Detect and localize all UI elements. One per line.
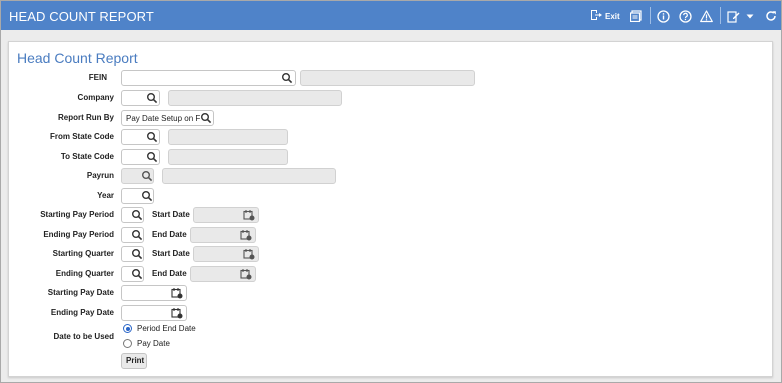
search-icon[interactable] <box>131 229 143 241</box>
ending-quarter-input[interactable] <box>121 266 144 282</box>
panel-title: Head Count Report <box>17 50 138 66</box>
to-state-code-description <box>168 149 288 165</box>
company-description <box>168 90 342 106</box>
from-state-code-description <box>168 129 288 145</box>
payrun-description <box>162 168 336 184</box>
period-end-date-radio[interactable] <box>123 324 132 333</box>
calendar-icon[interactable] <box>171 287 183 299</box>
calendar-icon[interactable] <box>240 268 252 280</box>
end-date-field[interactable] <box>190 266 256 282</box>
search-icon[interactable] <box>146 131 158 143</box>
report-icon[interactable] <box>630 8 642 24</box>
warning-icon[interactable] <box>700 8 713 24</box>
end-date-label: End Date <box>152 230 187 239</box>
start-date-field[interactable] <box>193 246 259 262</box>
toolbar-divider <box>720 7 721 24</box>
starting-pay-period-label: Starting Pay Period <box>40 210 114 219</box>
pay-date-label: Pay Date <box>137 339 170 348</box>
fein-label: FEIN <box>88 73 107 82</box>
search-icon[interactable] <box>131 209 143 221</box>
period-end-date-label: Period End Date <box>137 324 196 333</box>
ending-pay-date-label: Ending Pay Date <box>50 308 114 317</box>
report-run-by-value: Pay Date Setup on F <box>126 114 201 123</box>
company-input[interactable] <box>121 90 160 106</box>
ending-pay-date-field[interactable] <box>121 305 187 321</box>
end-date-field[interactable] <box>190 227 256 243</box>
starting-pay-date-label: Starting Pay Date <box>47 288 114 297</box>
start-date-label: Start Date <box>152 210 190 219</box>
info-icon[interactable] <box>657 8 670 24</box>
chevron-down-icon[interactable] <box>746 8 754 24</box>
ending-pay-period-input[interactable] <box>121 227 144 243</box>
toolbar-divider <box>650 7 651 24</box>
title-bar: HEAD COUNT REPORT Exit <box>1 1 781 30</box>
from-state-code-input[interactable] <box>121 129 160 145</box>
refresh-icon[interactable] <box>765 8 777 24</box>
year-label: Year <box>97 191 114 200</box>
exit-label: Exit <box>605 11 620 21</box>
start-date-label: Start Date <box>152 249 190 258</box>
report-run-by-input[interactable]: Pay Date Setup on F <box>121 110 214 126</box>
starting-quarter-input[interactable] <box>121 246 144 262</box>
search-icon[interactable] <box>281 72 293 84</box>
from-state-code-label: From State Code <box>49 132 114 141</box>
payrun-input[interactable] <box>121 168 154 184</box>
to-state-code-label: To State Code <box>60 152 114 161</box>
search-icon[interactable] <box>200 112 212 124</box>
report-panel: Head Count Report FEIN Company Report Ru… <box>8 41 773 377</box>
calendar-icon[interactable] <box>243 209 255 221</box>
starting-pay-period-input[interactable] <box>121 207 144 223</box>
window-title: HEAD COUNT REPORT <box>9 9 154 24</box>
report-run-by-label: Report Run By <box>58 113 114 122</box>
starting-quarter-label: Starting Quarter <box>52 249 114 258</box>
starting-pay-date-field[interactable] <box>121 285 187 301</box>
start-date-field[interactable] <box>193 207 259 223</box>
date-to-be-used-label: Date to be Used <box>53 332 114 341</box>
exit-icon <box>590 9 602 23</box>
year-input[interactable] <box>121 188 154 204</box>
calendar-icon[interactable] <box>171 307 183 319</box>
fein-input[interactable] <box>121 70 296 86</box>
search-icon[interactable] <box>146 92 158 104</box>
ending-pay-period-label: Ending Pay Period <box>43 230 114 239</box>
pay-date-radio[interactable] <box>123 339 132 348</box>
end-date-label: End Date <box>152 269 187 278</box>
search-icon[interactable] <box>131 248 143 260</box>
search-icon[interactable] <box>146 151 158 163</box>
print-button[interactable]: Print <box>121 353 147 369</box>
search-icon[interactable] <box>131 268 143 280</box>
to-state-code-input[interactable] <box>121 149 160 165</box>
search-icon[interactable] <box>141 190 153 202</box>
fein-description <box>300 70 475 86</box>
exit-button[interactable]: Exit <box>590 8 620 24</box>
calendar-icon[interactable] <box>240 229 252 241</box>
payrun-label: Payrun <box>86 171 114 180</box>
search-icon[interactable] <box>141 170 153 182</box>
help-icon[interactable] <box>679 8 692 24</box>
edit-icon[interactable] <box>727 8 740 24</box>
ending-quarter-label: Ending Quarter <box>55 269 114 278</box>
company-label: Company <box>77 93 114 102</box>
app-window: HEAD COUNT REPORT Exit Head Count Report… <box>0 0 782 383</box>
calendar-icon[interactable] <box>243 248 255 260</box>
